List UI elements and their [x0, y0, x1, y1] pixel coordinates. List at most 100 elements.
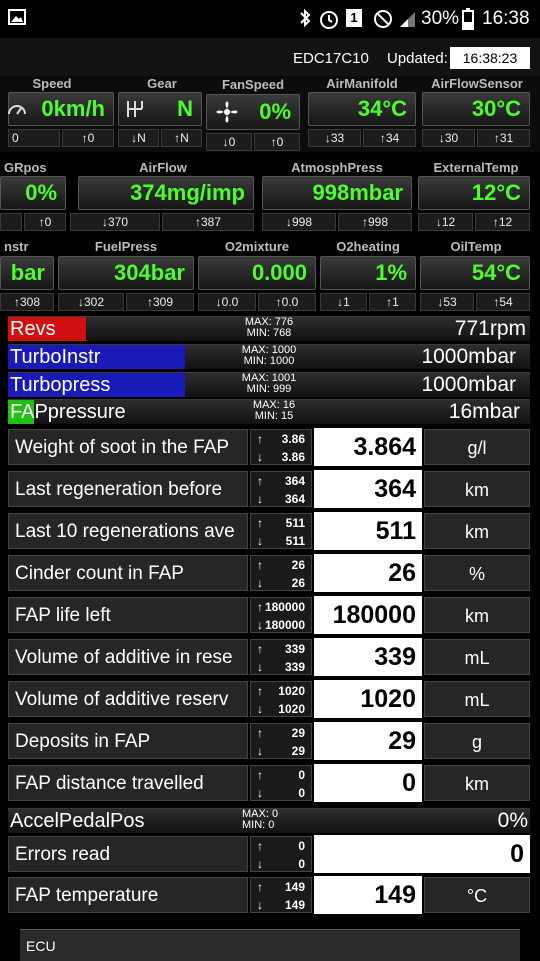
gauge-sub-fuelpress-max: ↑309 — [126, 293, 194, 311]
param-name[interactable]: Weight of soot in the FAP — [8, 429, 248, 465]
gauge-sub-o2heating-max: ↑1 — [369, 293, 416, 311]
param-minmax: ↑ 1020 ↓ 1020 — [250, 681, 312, 717]
param-minmax: ↑ 26 ↓ 26 — [250, 555, 312, 591]
gauge-o2mixture[interactable]: 0.000 — [198, 256, 316, 290]
param-minmax: ↑ 511 ↓ 511 — [250, 513, 312, 549]
gauge-label-airflowsensor: AirFlowSensor — [431, 76, 523, 91]
arrow-down-icon: ↓ — [257, 618, 263, 632]
param-minmax-fap-temperature: ↑ 149 ↓ 149 — [250, 877, 312, 913]
gauge-airflowsensor[interactable]: 30°C — [422, 92, 530, 126]
param-unit: % — [424, 555, 530, 591]
arrow-down-icon: ↓ — [257, 744, 263, 758]
param-name[interactable]: Cinder count in FAP — [8, 555, 248, 591]
gauge-sub-fanspeed-max: ↑0 — [254, 133, 300, 151]
param-value: 26 — [314, 554, 422, 592]
battery-percent: 30% — [421, 8, 460, 29]
param-value: 0 — [314, 764, 422, 802]
arrow-up-icon: ↑ — [257, 726, 263, 740]
gauge-label-turboinstr-short: nstr — [4, 239, 29, 254]
arrow-down-icon: ↓ — [257, 450, 263, 464]
clock: 16:38 — [482, 8, 530, 29]
fan-icon — [216, 101, 238, 123]
param-minmax: ↑ 0 ↓ 0 — [250, 765, 312, 801]
gauge-turboinstr[interactable]: bar — [0, 256, 54, 290]
param-minmax: ↑ 364 ↓ 364 — [250, 471, 312, 507]
param-name[interactable]: FAP life left — [8, 597, 248, 633]
gauge-o2heating[interactable]: 1% — [320, 256, 416, 290]
param-name-fap-temperature[interactable]: FAP temperature — [8, 877, 248, 913]
gauge-airflow[interactable]: 374mg/imp — [78, 176, 254, 210]
gauge-sub-airmanifold-max: ↑34 — [363, 129, 416, 147]
gauge-atmosphpress[interactable]: 998mbar — [262, 176, 412, 210]
gauge-label-atmosphpress: AtmosphPress — [291, 160, 383, 175]
gauge-sub-airflowsensor-min: ↓30 — [422, 129, 475, 147]
param-name[interactable]: FAP distance travelled — [8, 765, 248, 801]
battery-icon — [462, 8, 474, 30]
gauge-sub-externaltemp-min: ↓12 — [418, 213, 473, 231]
arrow-up-icon: ↑ — [257, 558, 263, 572]
bar-row-revs[interactable]: Revs MAX: 776 MIN: 768 771rpm — [8, 316, 530, 341]
ecu-model: EDC17C10 — [293, 50, 369, 67]
param-value-errors: 0 — [314, 835, 530, 873]
gearstick-icon — [127, 101, 143, 117]
alarm-icon — [320, 11, 338, 29]
arrow-up-icon: ↑ — [257, 516, 263, 530]
param-name[interactable]: Last 10 regenerations ave — [8, 513, 248, 549]
param-name-errors[interactable]: Errors read — [8, 836, 248, 872]
gauge-externaltemp[interactable]: 12°C — [418, 176, 530, 210]
arrow-up-icon: ↑ — [257, 839, 263, 853]
gauge-label-fanspeed: FanSpeed — [221, 77, 285, 92]
gauge-label-airmanifold: AirManifold — [326, 76, 398, 91]
gauge-label-o2mixture: O2mixture — [224, 239, 290, 254]
gauge-sub-fuelpress-min: ↓302 — [58, 293, 124, 311]
sim-icon: 1 — [346, 9, 362, 27]
gauge-label-gear: Gear — [147, 76, 177, 91]
bar-row-accelpedalpos[interactable]: AccelPedalPos MAX: 0 MIN: 0 0% — [8, 808, 530, 833]
status-bar: 1 30% 16:38 — [0, 0, 540, 38]
param-value: 180000 — [314, 596, 422, 634]
bar-row-turboinstr[interactable]: TurboInstr MAX: 1000 MIN: 1000 1000mbar — [8, 344, 530, 369]
gauge-sub-speed-min: 0 — [8, 129, 60, 147]
arrow-down-icon: ↓ — [257, 898, 263, 912]
gauge-sub-o2heating-min: ↓1 — [320, 293, 367, 311]
param-unit: g/l — [424, 429, 530, 465]
gauge-sub-o2mixture-max: ↑0.0 — [258, 293, 316, 311]
updated-label: Updated: — [387, 50, 448, 67]
param-unit: km — [424, 597, 530, 633]
gauge-fuelpress[interactable]: 304bar — [58, 256, 194, 290]
gallery-icon — [8, 9, 26, 25]
param-unit: mL — [424, 639, 530, 675]
param-name[interactable]: Volume of additive reserv — [8, 681, 248, 717]
do-not-disturb-icon — [374, 10, 392, 28]
param-value: 1020 — [314, 680, 422, 718]
gauge-sub-atmosphpress-max: ↑998 — [338, 213, 412, 231]
param-unit: mL — [424, 681, 530, 717]
bar-row-fappressure[interactable]: FAPpressure MAX: 16 MIN: 15 16mbar — [8, 399, 530, 424]
arrow-up-icon: ↑ — [257, 642, 263, 656]
gauge-grpos[interactable]: 0% — [0, 176, 66, 210]
gauge-sub-airmanifold-min: ↓33 — [308, 129, 361, 147]
gauge-sub-externaltemp-max: ↑12 — [475, 213, 530, 231]
gauge-sub-airflowsensor-max: ↑31 — [477, 129, 530, 147]
param-unit: km — [424, 471, 530, 507]
gauge-airmanifold[interactable]: 34°C — [308, 92, 416, 126]
gauge-sub-oiltemp-max: ↑54 — [476, 293, 530, 311]
param-name[interactable]: Deposits in FAP — [8, 723, 248, 759]
bar-row-turbopress[interactable]: Turbopress MAX: 1001 MIN: 999 1000mbar — [8, 372, 530, 397]
param-unit: km — [424, 765, 530, 801]
gauge-sub-grpos-min — [0, 213, 22, 231]
gauge-label-airflow: AirFlow — [139, 160, 187, 175]
param-minmax-errors: ↑ 0 ↓ 0 — [250, 836, 312, 872]
gauge-label-grpos: GRpos — [4, 160, 47, 175]
gauge-sub-gear-max: ↑N — [161, 129, 202, 147]
updated-time: 16:38:23 — [450, 47, 530, 69]
gauge-oiltemp[interactable]: 54°C — [420, 256, 530, 290]
param-minmax: ↑ 339 ↓ 339 — [250, 639, 312, 675]
ecu-footer-tab[interactable]: ECU — [20, 929, 520, 961]
param-name[interactable]: Volume of additive in rese — [8, 639, 248, 675]
arrow-up-icon: ↑ — [257, 768, 263, 782]
bluetooth-icon — [300, 8, 311, 28]
param-minmax: ↑ 29 ↓ 29 — [250, 723, 312, 759]
param-name[interactable]: Last regeneration before — [8, 471, 248, 507]
gauge-sub-grpos-max: ↑0 — [24, 213, 66, 231]
